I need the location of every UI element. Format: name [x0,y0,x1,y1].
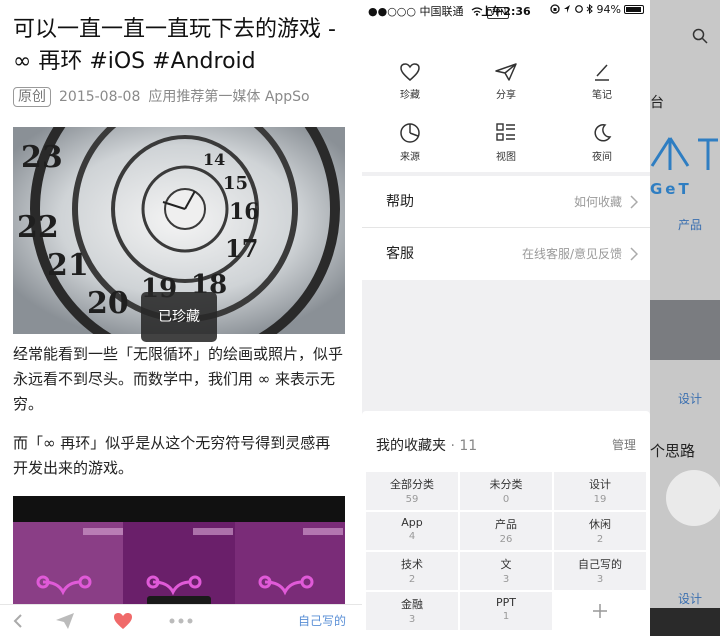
moon-icon [594,124,612,142]
favorites-title: 我的收藏夹 · 11 [376,438,478,454]
folder-item[interactable]: 设计 19 [554,472,646,510]
pie-chart-icon [400,123,420,143]
action-label: 分享 [496,90,516,101]
background-image [650,300,720,360]
favorite-button[interactable] [108,605,138,636]
background-text: 设计 [678,592,703,606]
saved-toast: 已珍藏 [141,292,217,342]
folder-item[interactable]: 技术 2 [366,552,458,590]
action-label: 珍藏 [400,90,420,101]
more-dots-icon [169,618,193,624]
background-text: 产品 [678,218,703,232]
action-label: 笔记 [592,90,612,101]
bluetooth-icon [586,3,593,15]
help-row[interactable]: 帮助 如何收藏 [362,176,650,228]
customer-service-row[interactable]: 客服 在线客服/意见反馈 [362,228,650,280]
favorites-panel: 我的收藏夹 · 11 管理 全部分类 59 未分类 0 设计 19 App 4 产品 26… [362,411,650,636]
folder-item[interactable]: 未分类 0 [460,472,552,510]
embedded-video[interactable] [13,496,345,606]
video-thumbnail-art [36,528,343,606]
search-icon [692,28,708,44]
clock-numeral: 22 [17,210,59,245]
background-text: 设计 [678,392,703,406]
row-value: 如何收藏 [573,195,622,209]
more-button[interactable] [166,605,196,636]
article-paragraph: 经常能看到一些「无限循环」的绘画或照片，似乎永远看不到尽头。而数学中，我们用 ∞… [13,345,344,413]
row-label: 客服 [386,246,414,262]
article-paragraph: 而「∞ 再环」似乎是从这个无穷符号得到灵感再开发出来的游戏。 [13,434,331,477]
share-button[interactable] [50,605,80,636]
original-tag: 原创 [13,87,51,107]
folder-grid: 全部分类 59 未分类 0 设计 19 App 4 产品 26 休闲 2 技术 2 文3 自己… [366,472,647,632]
clock-numeral: 20 [87,286,129,321]
row-value: 在线客服/意见反馈 [521,247,622,261]
clock-numeral: 23 [21,140,63,175]
article-source[interactable]: 应用推荐第一媒体 AppSo [148,89,309,105]
action-label: 来源 [400,152,420,163]
row-label: 帮助 [386,194,414,210]
paper-plane-icon [56,613,74,629]
folder-item[interactable]: App 4 [366,512,458,550]
clock-numeral: 15 [223,173,248,194]
action-share[interactable]: 分享 [458,52,554,112]
logo-text: GeT [650,180,692,198]
app-solution-watermark [666,470,720,526]
add-folder-button[interactable] [554,592,646,630]
article-meta: 原创 2015-08-08 应用推荐第一媒体 AppSo [13,86,318,107]
action-label: 夜间 [592,152,612,163]
folder-item[interactable]: PPT 1 [460,592,552,630]
settings-rows: 帮助 如何收藏 客服 在线客服/意见反馈 [362,176,650,280]
background-footer [650,608,720,636]
folder-item[interactable]: 休闲 2 [554,512,646,550]
paper-plane-icon [495,63,517,81]
action-save[interactable]: 珍藏 [362,52,458,112]
action-note[interactable]: 笔记 [554,52,650,112]
folder-item[interactable]: 金融 3 [366,592,458,630]
folder-item[interactable]: 文3 [460,552,552,590]
clock-numeral: 16 [229,199,260,225]
manage-button[interactable]: 管理 [612,436,636,453]
chevron-right-icon [630,195,638,209]
rotation-lock-icon [549,4,560,14]
clock-numeral: 14 [203,150,225,169]
favorites-count: 11 [459,438,478,454]
plus-icon [593,604,607,618]
action-view[interactable]: 视图 [458,114,554,174]
pen-icon [595,64,609,81]
category-label[interactable]: 自己写的 [298,605,346,636]
heart-icon [400,63,420,81]
action-menu-panel: ●●○○○ 中国联通 VPN 上午2:36 94% 珍藏 分享 笔记 来源 视图… [362,0,650,636]
background-page-dimmed[interactable]: 台 GeT 产品 设计 个思路 设计 [650,0,720,636]
article-date: 2015-08-08 [59,89,141,105]
action-night-mode[interactable]: 夜间 [554,114,650,174]
article-view: 可以一直一直一直玩下去的游戏 - ∞ 再环 #iOS #Android 原创 20… [0,0,362,636]
battery-icon [624,5,644,14]
chevron-left-icon [13,614,22,628]
folder-item[interactable]: 产品 26 [460,512,552,550]
alarm-icon [574,5,583,13]
folder-item[interactable]: 自己写的 3 [554,552,646,590]
article-bottom-bar: 自己写的 [0,604,362,636]
article-title: 可以一直一直一直玩下去的游戏 - ∞ 再环 #iOS #Android [13,17,336,74]
back-button[interactable] [6,605,30,636]
clock-numeral: 17 [225,234,258,263]
folder-item[interactable]: 全部分类 59 [366,472,458,510]
quick-actions: 珍藏 分享 笔记 来源 视图 夜间 [362,20,650,172]
action-label: 视图 [496,152,516,163]
battery-percent: 94% [596,3,621,16]
background-text: 台 [650,95,664,111]
background-text: 个思路 [650,442,696,460]
clock-numeral: 21 [47,248,89,283]
chevron-right-icon [630,247,638,261]
heart-icon [114,613,132,629]
location-icon [564,5,571,13]
action-source[interactable]: 来源 [362,114,458,174]
list-view-icon [496,123,515,141]
status-bar: ●●○○○ 中国联通 VPN 上午2:36 94% [362,0,650,20]
